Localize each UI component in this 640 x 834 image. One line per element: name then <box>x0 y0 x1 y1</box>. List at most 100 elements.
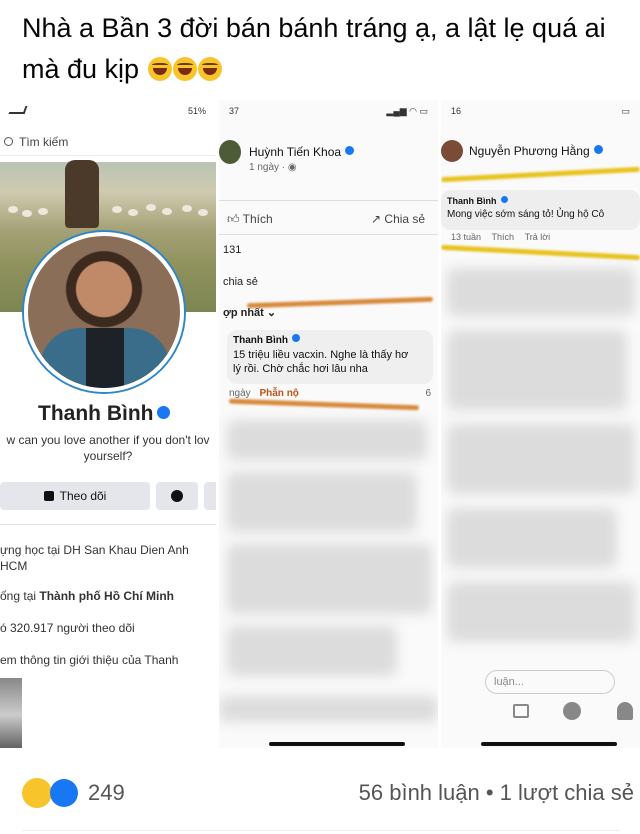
status-bar: 16 ▭ <box>441 100 640 126</box>
info-more-link[interactable]: em thông tin giới thiệu của Thanh <box>0 652 178 668</box>
chevron-down-icon: ⌄ <box>266 307 277 319</box>
author-name[interactable]: Huỳnh Tiến Khoa <box>249 145 355 159</box>
blurred-comment <box>447 268 635 316</box>
highlight-stroke <box>228 398 420 411</box>
shares-count[interactable]: chia sẻ <box>223 276 258 288</box>
like-label: Thích <box>242 212 273 226</box>
angry-reaction-label[interactable]: Phẫn nộ <box>259 388 298 399</box>
comment-meta: ngày Phẫn nộ 6 <box>229 388 435 399</box>
reaction-count[interactable]: 249 <box>88 780 125 806</box>
author-avatar[interactable] <box>441 140 463 162</box>
comment-input[interactable]: luận... <box>485 670 615 694</box>
comment-time: ngày <box>229 388 251 399</box>
sheep <box>146 204 156 211</box>
commenter-name[interactable]: Thanh Bình <box>447 194 634 208</box>
commenter-name[interactable]: Thanh Bình <box>233 334 427 348</box>
verified-icon <box>157 406 171 419</box>
status-bar: 37 ▂▄▆ ◠ ▭ <box>219 100 438 126</box>
blurred-comment <box>447 508 617 568</box>
profile-name-text: Thanh Bình <box>38 402 154 425</box>
post-time-text: 1 ngày · <box>249 162 288 173</box>
signal-icons: ▂▄▆ ◠ ▭ <box>386 106 428 116</box>
messenger-icon <box>171 490 183 502</box>
like-reaction-icon <box>50 779 78 807</box>
reaction-count: 6 <box>425 388 431 399</box>
photo-thumbnail[interactable] <box>0 678 22 748</box>
comment-reply-link[interactable]: Trả lời <box>525 232 551 242</box>
more-button[interactable] <box>204 482 216 510</box>
profile-actions: Theo dõi <box>0 482 216 512</box>
haha-reaction-icon <box>22 778 52 808</box>
messenger-button[interactable] <box>156 482 198 510</box>
laughing-emoji-icon <box>147 57 172 81</box>
profile-avatar[interactable] <box>24 232 184 392</box>
sheep <box>8 206 18 213</box>
status-time: 37 <box>229 106 240 116</box>
profile-name: Thanh Bình <box>38 402 171 426</box>
info-live-prefix: ống tại <box>0 589 40 603</box>
battery-text: 51% <box>187 106 206 116</box>
sheep <box>162 208 172 215</box>
author-avatar[interactable] <box>219 140 241 164</box>
search-icon <box>4 137 13 146</box>
share-label: Chia sẻ <box>384 212 426 226</box>
sheep <box>198 209 208 216</box>
comment-input-placeholder: luận... <box>494 676 524 688</box>
post-text: Nhà a Bần 3 đời bán bánh tráng ạ, a lật … <box>22 8 632 90</box>
verified-icon <box>500 196 508 203</box>
follow-label: Theo dõi <box>59 489 107 503</box>
marketplace-icon[interactable] <box>513 704 529 718</box>
verified-icon <box>593 145 603 154</box>
comment-share-stats[interactable]: 56 bình luận • 1 lượt chia sẻ <box>359 780 634 806</box>
divider <box>0 524 216 525</box>
share-button[interactable]: ↗ Chia sẻ <box>371 212 425 226</box>
author-name-text: Nguyễn Phương Hằng <box>469 144 590 158</box>
laughing-emoji-icon <box>172 57 197 81</box>
comment-line: lý rồi. Chờ chắc hơi lâu nha <box>233 363 368 375</box>
sheep <box>128 209 138 216</box>
profile-bio: w can you love another if you don't lov … <box>6 433 210 463</box>
laughing-emoji-icon <box>197 57 222 81</box>
sheep <box>182 205 192 212</box>
post-header: Huỳnh Tiến Khoa 1 ngày · ◉ <box>219 140 438 180</box>
like-button[interactable]: 👍︎ Thích <box>227 212 273 227</box>
avatar-shirt <box>86 328 124 388</box>
commenter-name-text: Thanh Bình <box>233 335 288 346</box>
post-time: 1 ngày · ◉ <box>249 162 297 173</box>
post-footer: 249 56 bình luận • 1 lượt chia sẻ <box>0 770 640 818</box>
post-caption: Nhà a Bần 3 đời bán bánh tráng ạ, a lật … <box>22 13 606 84</box>
comment-bubble[interactable]: Thanh Bình 15 triệu liều vacxin. Nghe là… <box>227 330 433 384</box>
home-indicator <box>269 742 405 746</box>
divider <box>219 234 438 235</box>
blurred-comment <box>447 582 635 642</box>
follow-icon <box>43 491 54 501</box>
highlight-stroke <box>441 244 640 261</box>
notifications-icon[interactable] <box>617 702 633 720</box>
sheep <box>112 206 122 213</box>
verified-icon <box>292 334 300 342</box>
thumbs-up-icon: 👍︎ <box>227 212 240 226</box>
battery-icon: ▭ <box>621 106 630 116</box>
search-bar[interactable]: Tìm kiếm <box>0 130 216 156</box>
globe-icon: ◉ <box>287 162 297 173</box>
status-time: 16 <box>451 106 462 116</box>
blurred-comment <box>227 472 417 532</box>
screenshot-comment: 16 ▭ Nguyễn Phương Hằng Thanh Bình Mong v… <box>441 100 640 748</box>
blurred-comment <box>227 420 427 460</box>
blurred-comment <box>227 544 432 614</box>
shepherd-figure <box>65 160 99 228</box>
follow-button[interactable]: Theo dõi <box>0 482 150 510</box>
info-live: ống tại Thành phố Hồ Chí Minh <box>0 588 174 604</box>
screenshot-profile: 51% Tìm kiếm Thanh Bình w can you love a… <box>0 100 216 748</box>
verified-icon <box>345 146 355 155</box>
comment-line: 15 triệu liều vacxin. Nghe là thấy hơ <box>233 349 409 361</box>
author-name[interactable]: Nguyễn Phương Hằng <box>469 144 603 158</box>
blurred-tabbar <box>219 696 438 722</box>
blurred-comment <box>227 626 397 676</box>
info-study: ựng học tại DH San Khau Dien Anh HCM <box>0 543 189 573</box>
screenshot-post-comments: 37 ▂▄▆ ◠ ▭ Huỳnh Tiến Khoa 1 ngày · ◉ 👍︎ … <box>219 100 438 748</box>
groups-icon[interactable] <box>563 702 581 720</box>
comment-bubble[interactable]: Thanh Bình Mong việc sớm sáng tỏ! Ủng hộ… <box>441 190 640 230</box>
comment-like-link[interactable]: Thích <box>492 232 515 242</box>
reactions-count[interactable]: 131 <box>223 244 241 256</box>
